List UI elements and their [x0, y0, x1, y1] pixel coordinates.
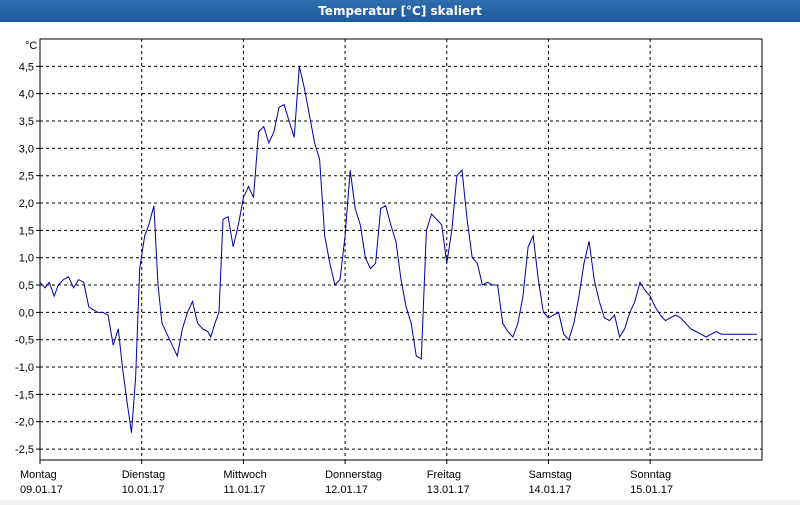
y-tick-label: 4,0 [19, 89, 34, 101]
y-tick-label: -1,5 [15, 389, 34, 401]
x-tick-date-label: 09.01.17 [20, 484, 63, 496]
y-tick-label: 4,5 [19, 61, 34, 73]
x-axis: Montag 09.01.17 Dienstag 10.01.17 Mittwoch 11… [20, 460, 673, 496]
chart-area: 4,5 4,0 3,5 3,0 2,5 2,0 1,5 1,0 0,5 0,0 -0,5 -1,0 -1… [0, 22, 800, 500]
x-tick-day-label: Sonntag [630, 469, 671, 481]
x-tick-day-label: Mittwoch [223, 469, 266, 481]
window-title: Temperatur [°C] skaliert [0, 0, 800, 22]
x-tick-date-label: 10.01.17 [122, 484, 165, 496]
x-tick-date-label: 12.01.17 [325, 484, 368, 496]
x-tick-day-label: Freitag [427, 469, 461, 481]
y-tick-label: 2,0 [19, 198, 34, 210]
x-tick-day-label: Dienstag [122, 469, 165, 481]
y-tick-label: 1,0 [19, 253, 34, 265]
y-tick-label: 0,0 [19, 307, 34, 319]
y-tick-label: 0,5 [19, 280, 34, 292]
y-tick-label: -2,5 [15, 444, 34, 456]
y-tick-label: -0,5 [15, 335, 34, 347]
x-tick-day-label: Samstag [528, 469, 571, 481]
grid [40, 39, 762, 460]
temperature-line [39, 66, 757, 433]
plot-frame [39, 38, 763, 461]
y-tick-label: 3,5 [19, 116, 34, 128]
x-tick-day-label: Montag [20, 469, 57, 481]
temperature-chart: 4,5 4,0 3,5 3,0 2,5 2,0 1,5 1,0 0,5 0,0 -0,5 -1,0 -1… [15, 38, 763, 496]
y-unit-label: °C [25, 40, 37, 52]
x-tick-date-label: 11.01.17 [223, 484, 265, 496]
x-tick-day-label: Donnerstag [325, 469, 382, 481]
y-tick-label: 2,5 [19, 171, 34, 183]
x-tick-date-label: 15.01.17 [630, 484, 673, 496]
y-axis: 4,5 4,0 3,5 3,0 2,5 2,0 1,5 1,0 0,5 0,0 -0,5 -1,0 -1… [15, 61, 40, 456]
y-tick-label: 1,5 [19, 225, 34, 237]
x-tick-date-label: 14.01.17 [528, 484, 571, 496]
y-tick-label: 3,0 [19, 143, 34, 155]
y-tick-label: -2,0 [15, 417, 34, 429]
x-tick-date-label: 13.01.17 [427, 484, 470, 496]
y-tick-label: -1,0 [15, 362, 34, 374]
